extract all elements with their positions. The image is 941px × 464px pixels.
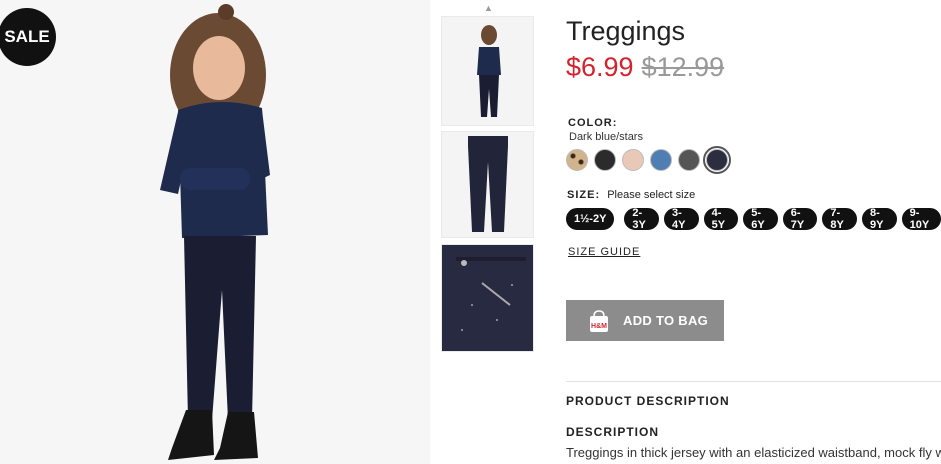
color-swatch-black[interactable] [594, 149, 616, 171]
description-text: Treggings in thick jersey with an elasti… [566, 445, 941, 460]
size-guide-link[interactable]: SIZE GUIDE [568, 246, 640, 258]
color-label: COLOR: [568, 117, 618, 129]
thumbnail-model-photo [442, 17, 533, 125]
product-description-heading[interactable]: PRODUCT DESCRIPTION [566, 394, 730, 408]
size-option[interactable]: 8-9Y [861, 207, 897, 231]
description-heading: DESCRIPTION [566, 425, 660, 439]
sale-price: $6.99 [566, 52, 634, 82]
size-option[interactable]: 6-7Y [782, 207, 818, 231]
bag-logo-text: H&M [591, 323, 607, 330]
color-swatch-leopard[interactable] [566, 149, 588, 171]
size-prompt: Please select size [607, 189, 696, 201]
size-option[interactable]: 3-4Y [664, 207, 699, 231]
add-to-bag-label: ADD TO BAG [623, 313, 709, 328]
color-swatch-dark-grey[interactable] [678, 149, 700, 171]
thumbnail-detail-photo [442, 245, 533, 351]
main-product-image: SALE [0, 0, 430, 464]
section-divider [566, 381, 941, 382]
model-photo [0, 0, 430, 464]
thumbnail-2[interactable] [441, 131, 534, 238]
thumbnails-up-arrow-icon[interactable]: ▲ [484, 3, 493, 13]
size-option[interactable]: 1½-2Y [566, 208, 615, 230]
original-price: $12.99 [641, 52, 725, 82]
color-swatch-denim[interactable] [650, 149, 672, 171]
size-row: SIZE: Please select size [567, 189, 695, 201]
thumbnail-pants-photo [442, 132, 533, 237]
selected-color: Dark blue/stars [569, 131, 643, 143]
size-option[interactable]: 5-6Y [743, 207, 778, 231]
color-swatch-dark-blue-stars[interactable] [703, 146, 731, 174]
add-to-bag-button[interactable]: H&M ADD TO BAG [566, 300, 724, 341]
sale-badge: SALE [0, 8, 56, 66]
color-swatch-beige[interactable] [622, 149, 644, 171]
product-title: Treggings [566, 16, 686, 46]
size-option[interactable]: 7-8Y [822, 207, 857, 231]
color-swatches [566, 146, 731, 174]
size-option[interactable]: 2-3Y [624, 207, 660, 231]
product-price: $6.99 $12.99 [566, 52, 724, 83]
shopping-bag-icon: H&M [587, 309, 611, 333]
size-option[interactable]: 4-5Y [703, 207, 739, 231]
thumbnail-3[interactable] [441, 244, 534, 352]
thumbnail-1[interactable] [441, 16, 534, 126]
size-option[interactable]: 9-10Y [901, 207, 941, 231]
size-label: SIZE: [567, 189, 601, 201]
size-options: 1½-2Y 2-3Y 3-4Y 4-5Y 5-6Y 6-7Y 7-8Y 8-9Y… [566, 207, 941, 231]
